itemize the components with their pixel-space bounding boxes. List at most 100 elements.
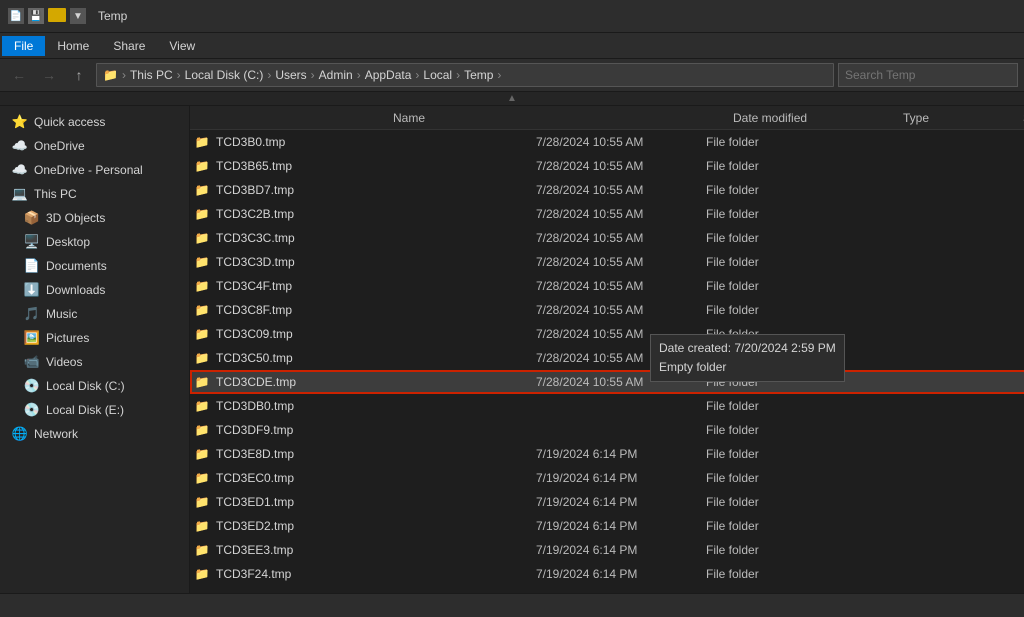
documents-icon: 📄 bbox=[24, 258, 40, 274]
file-list: 📁 TCD3B0.tmp 7/28/2024 10:55 AM File fol… bbox=[190, 130, 1024, 593]
sidebar-item-onedrive-personal[interactable]: ☁️ OneDrive - Personal bbox=[0, 158, 189, 182]
breadcrumb-temp[interactable]: Temp bbox=[464, 68, 493, 82]
forward-button[interactable]: → bbox=[36, 64, 62, 86]
sidebar-item-local-disk-e[interactable]: 💿 Local Disk (E:) bbox=[0, 398, 189, 422]
breadcrumb-appdata[interactable]: AppData bbox=[365, 68, 412, 82]
breadcrumb-admin[interactable]: Admin bbox=[319, 68, 353, 82]
file-type: File folder bbox=[706, 255, 826, 269]
cloud-personal-icon: ☁️ bbox=[12, 162, 28, 178]
table-row[interactable]: 📁 TCD3C2B.tmp 7/28/2024 10:55 AM File fo… bbox=[190, 202, 1024, 226]
table-row[interactable]: 📁 TCD3EC0.tmp 7/19/2024 6:14 PM File fol… bbox=[190, 466, 1024, 490]
file-date: 7/28/2024 10:55 AM bbox=[536, 135, 706, 149]
table-row[interactable]: 📁 TCD3C50.tmp 7/28/2024 10:55 AM File fo… bbox=[190, 346, 1024, 370]
sidebar: ⭐ Quick access ☁️ OneDrive ☁️ OneDrive -… bbox=[0, 106, 190, 593]
breadcrumb-this-pc[interactable]: This PC bbox=[130, 68, 173, 82]
file-type: File folder bbox=[706, 471, 826, 485]
folder-icon-small: 📁 bbox=[194, 350, 210, 366]
breadcrumb[interactable]: 📁 › This PC › Local Disk (C:) › Users › … bbox=[96, 63, 834, 87]
sidebar-item-desktop[interactable]: 🖥️ Desktop bbox=[0, 230, 189, 254]
sidebar-item-onedrive[interactable]: ☁️ OneDrive bbox=[0, 134, 189, 158]
sidebar-item-videos[interactable]: 📹 Videos bbox=[0, 350, 189, 374]
table-row[interactable]: 📁 TCD3C8F.tmp 7/28/2024 10:55 AM File fo… bbox=[190, 298, 1024, 322]
file-name: TCD3ED1.tmp bbox=[216, 495, 536, 509]
col-header-size[interactable]: Size bbox=[1015, 106, 1024, 129]
file-date: 7/28/2024 10:55 AM bbox=[536, 351, 706, 365]
table-row[interactable]: 📁 TCD3EE3.tmp 7/19/2024 6:14 PM File fol… bbox=[190, 538, 1024, 562]
folder-icon[interactable] bbox=[48, 8, 66, 22]
breadcrumb-local[interactable]: Local bbox=[423, 68, 452, 82]
file-name: TCD3E8D.tmp bbox=[216, 447, 536, 461]
table-row[interactable]: 📁 TCD3C3D.tmp 7/28/2024 10:55 AM File fo… bbox=[190, 250, 1024, 274]
local-disk-c-icon: 💿 bbox=[24, 378, 40, 394]
star-icon: ⭐ bbox=[12, 114, 28, 130]
file-name: TCD3DB0.tmp bbox=[216, 399, 536, 413]
menubar: File Home Share View bbox=[0, 32, 1024, 58]
collapse-row: ▲ bbox=[0, 92, 1024, 106]
up-button[interactable]: ↑ bbox=[66, 64, 92, 86]
sidebar-label-local-disk-e: Local Disk (E:) bbox=[46, 403, 124, 417]
back-button[interactable]: ← bbox=[6, 64, 32, 86]
table-row[interactable]: 📁 TCD3CDE.tmp 7/28/2024 10:55 AM File fo… bbox=[190, 370, 1024, 394]
file-name: TCD3C4F.tmp bbox=[216, 279, 536, 293]
sidebar-item-local-disk-c[interactable]: 💿 Local Disk (C:) bbox=[0, 374, 189, 398]
menu-file[interactable]: File bbox=[2, 36, 45, 56]
table-row[interactable]: 📁 TCD3F24.tmp 7/19/2024 6:14 PM File fol… bbox=[190, 562, 1024, 586]
breadcrumb-users[interactable]: Users bbox=[275, 68, 306, 82]
menu-share[interactable]: Share bbox=[101, 36, 157, 56]
network-icon: 🌐 bbox=[12, 426, 28, 442]
col-header-date[interactable]: Date modified bbox=[725, 106, 895, 129]
sidebar-item-music[interactable]: 🎵 Music bbox=[0, 302, 189, 326]
table-row[interactable]: 📁 TCD3BD7.tmp 7/28/2024 10:55 AM File fo… bbox=[190, 178, 1024, 202]
sidebar-item-3d-objects[interactable]: 📦 3D Objects bbox=[0, 206, 189, 230]
sidebar-item-documents[interactable]: 📄 Documents bbox=[0, 254, 189, 278]
sidebar-label-music: Music bbox=[46, 307, 77, 321]
file-name: TCD3F24.tmp bbox=[216, 567, 536, 581]
file-type: File folder bbox=[706, 327, 826, 341]
table-row[interactable]: 📁 TCD3DB0.tmp File folder bbox=[190, 394, 1024, 418]
folder-icon-small: 📁 bbox=[194, 302, 210, 318]
file-type: File folder bbox=[706, 135, 826, 149]
sidebar-item-network[interactable]: 🌐 Network bbox=[0, 422, 189, 446]
table-row[interactable]: 📁 TCD3B65.tmp 7/28/2024 10:55 AM File fo… bbox=[190, 154, 1024, 178]
main-area: ⭐ Quick access ☁️ OneDrive ☁️ OneDrive -… bbox=[0, 106, 1024, 593]
col-header-name[interactable]: Name bbox=[385, 106, 725, 129]
file-name: TCD3DF9.tmp bbox=[216, 423, 536, 437]
sidebar-item-pictures[interactable]: 🖼️ Pictures bbox=[0, 326, 189, 350]
menu-home[interactable]: Home bbox=[45, 36, 101, 56]
file-date: 7/19/2024 6:14 PM bbox=[536, 567, 706, 581]
file-type: File folder bbox=[706, 279, 826, 293]
save-icon[interactable]: 💾 bbox=[28, 8, 44, 24]
titlebar: 📄 💾 ▼ Temp bbox=[0, 0, 1024, 32]
videos-icon: 📹 bbox=[24, 354, 40, 370]
file-name: TCD3C8F.tmp bbox=[216, 303, 536, 317]
table-row[interactable]: 📁 TCD3C09.tmp 7/28/2024 10:55 AM File fo… bbox=[190, 322, 1024, 346]
menu-view[interactable]: View bbox=[157, 36, 207, 56]
sidebar-item-downloads[interactable]: ⬇️ Downloads bbox=[0, 278, 189, 302]
folder-icon-small: 📁 bbox=[194, 446, 210, 462]
file-date: 7/28/2024 10:55 AM bbox=[536, 231, 706, 245]
table-row[interactable]: 📁 TCD3E8D.tmp 7/19/2024 6:14 PM File fol… bbox=[190, 442, 1024, 466]
table-row[interactable]: 📁 TCD3B0.tmp 7/28/2024 10:55 AM File fol… bbox=[190, 130, 1024, 154]
table-row[interactable]: 📁 TCD3ED2.tmp 7/19/2024 6:14 PM File fol… bbox=[190, 514, 1024, 538]
breadcrumb-local-disk[interactable]: Local Disk (C:) bbox=[185, 68, 264, 82]
desktop-icon: 🖥️ bbox=[24, 234, 40, 250]
folder-icon-small: 📁 bbox=[194, 374, 210, 390]
table-row[interactable]: 📁 TCD3DF9.tmp File folder bbox=[190, 418, 1024, 442]
file-type: File folder bbox=[706, 207, 826, 221]
file-type: File folder bbox=[706, 231, 826, 245]
search-input[interactable] bbox=[838, 63, 1018, 87]
table-row[interactable]: 📁 TCD3ED1.tmp 7/19/2024 6:14 PM File fol… bbox=[190, 490, 1024, 514]
sidebar-item-this-pc[interactable]: 💻 This PC bbox=[0, 182, 189, 206]
dropdown-icon[interactable]: ▼ bbox=[70, 8, 86, 24]
table-row[interactable]: 📁 TCD3C4F.tmp 7/28/2024 10:55 AM File fo… bbox=[190, 274, 1024, 298]
folder-icon-small: 📁 bbox=[194, 230, 210, 246]
file-type: File folder bbox=[706, 351, 826, 365]
file-name: TCD3C2B.tmp bbox=[216, 207, 536, 221]
sidebar-item-quick-access[interactable]: ⭐ Quick access bbox=[0, 110, 189, 134]
file-date: 7/28/2024 10:55 AM bbox=[536, 183, 706, 197]
col-header-type[interactable]: Type bbox=[895, 106, 1015, 129]
file-name: TCD3C50.tmp bbox=[216, 351, 536, 365]
new-icon[interactable]: 📄 bbox=[8, 8, 24, 24]
table-row[interactable]: 📁 TCD3C3C.tmp 7/28/2024 10:55 AM File fo… bbox=[190, 226, 1024, 250]
sidebar-label-onedrive-personal: OneDrive - Personal bbox=[34, 163, 143, 177]
